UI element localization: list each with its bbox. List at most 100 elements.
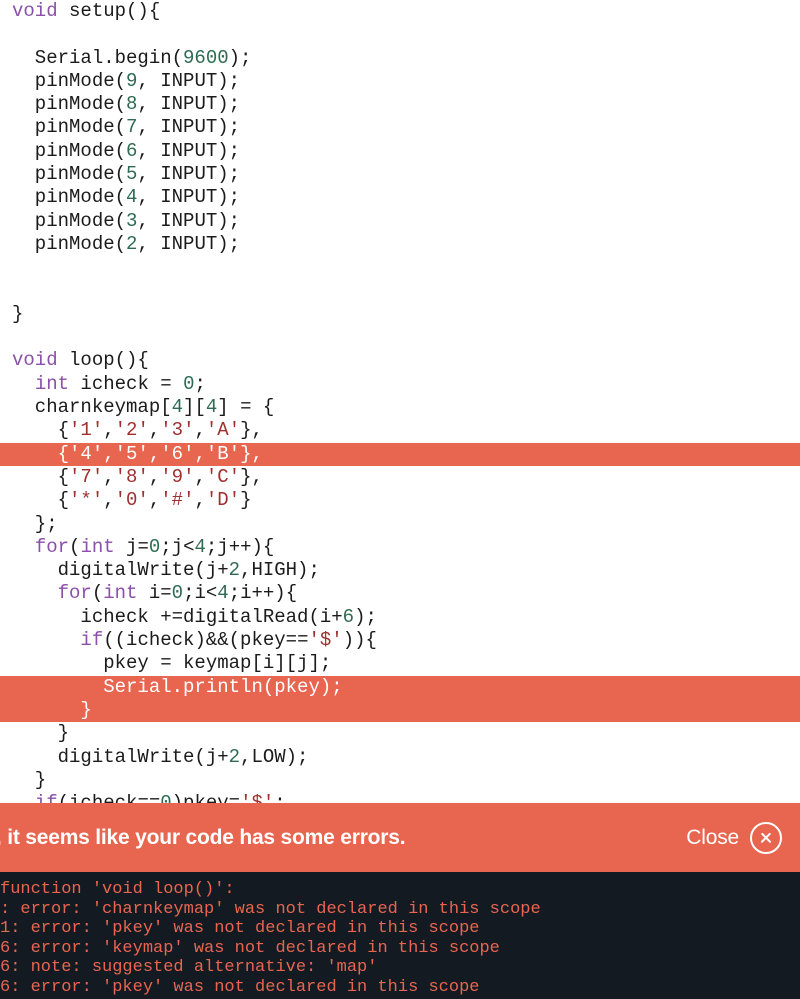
code-token-kw: void — [12, 349, 58, 371]
code-token-plain: }; — [12, 513, 58, 535]
code-line[interactable]: pinMode(2, INPUT); — [0, 233, 800, 256]
code-token-num: 7 — [126, 116, 137, 138]
code-token-num: 0 — [149, 536, 160, 558]
code-token-str: '8' — [115, 466, 149, 488]
code-token-plain: )pkey= — [172, 792, 240, 803]
code-editor-pane[interactable]: void setup(){ Serial.begin(9600); pinMod… — [0, 0, 800, 803]
code-line[interactable]: pkey = keymap[i][j]; — [0, 652, 800, 675]
code-token-plain: ][ — [183, 396, 206, 418]
code-line-highlighted[interactable]: Serial.println(pkey); — [0, 676, 800, 699]
code-token-str: 'C' — [206, 466, 240, 488]
code-token-plain: ); — [354, 606, 377, 628]
compiler-console-pane[interactable]: function 'void loop()':: error: 'charnke… — [0, 872, 800, 999]
error-banner: y, it seems like your code has some erro… — [0, 803, 800, 872]
code-line[interactable] — [0, 256, 800, 279]
code-token-plain: , INPUT); — [137, 70, 240, 92]
code-token-plain: , — [149, 466, 160, 488]
code-token-num: 8 — [126, 93, 137, 115]
code-token-plain: , INPUT); — [137, 140, 240, 162]
code-token-str: '7' — [69, 466, 103, 488]
code-line[interactable]: Serial.begin(9600); — [0, 47, 800, 70]
code-line[interactable]: pinMode(4, INPUT); — [0, 186, 800, 209]
code-line[interactable] — [0, 280, 800, 303]
code-token-plain: , — [103, 489, 114, 511]
code-line[interactable]: int icheck = 0; — [0, 373, 800, 396]
code-token-str: '1' — [69, 419, 103, 441]
code-line[interactable]: {'7','8','9','C'}, — [0, 466, 800, 489]
code-line[interactable]: charnkeymap[4][4] = { — [0, 396, 800, 419]
code-token-num: 4 — [172, 396, 183, 418]
code-token-plain: (icheck== — [58, 792, 161, 803]
code-line[interactable] — [0, 23, 800, 46]
code-token-plain: )){ — [343, 629, 377, 651]
code-token-plain: pinMode( — [12, 140, 126, 162]
code-line[interactable]: } — [0, 769, 800, 792]
code-token-plain: ;j++){ — [206, 536, 274, 558]
code-token-plain: ; — [274, 792, 285, 803]
code-line[interactable]: {'1','2','3','A'}, — [0, 419, 800, 442]
code-token-plain: ((icheck)&&(pkey== — [103, 629, 308, 651]
code-token-plain: } — [12, 303, 23, 325]
code-token-kw: int — [103, 582, 137, 604]
code-token-plain: digitalWrite(j+ — [12, 746, 229, 768]
code-line[interactable] — [0, 326, 800, 349]
code-line[interactable]: if((icheck)&&(pkey=='$')){ — [0, 629, 800, 652]
code-token-plain: { — [12, 443, 69, 465]
code-token-num: 4 — [217, 582, 228, 604]
code-token-plain: Serial.println(pkey); — [12, 676, 343, 698]
code-line[interactable]: pinMode(9, INPUT); — [0, 70, 800, 93]
code-line-list[interactable]: void setup(){ Serial.begin(9600); pinMod… — [0, 0, 800, 803]
code-token-plain: pinMode( — [12, 233, 126, 255]
code-token-plain: , — [103, 419, 114, 441]
code-token-kw: for — [35, 536, 69, 558]
code-line[interactable]: pinMode(7, INPUT); — [0, 116, 800, 139]
console-line: : error: 'charnkeymap' was not declared … — [0, 900, 800, 920]
code-token-plain: pinMode( — [12, 116, 126, 138]
code-token-plain: loop(){ — [58, 349, 149, 371]
code-line[interactable]: icheck +=digitalRead(i+6); — [0, 606, 800, 629]
code-line[interactable]: }; — [0, 513, 800, 536]
code-line[interactable]: pinMode(8, INPUT); — [0, 93, 800, 116]
code-line[interactable]: void loop(){ — [0, 349, 800, 372]
code-token-str: '9' — [160, 466, 194, 488]
code-token-plain: j= — [115, 536, 149, 558]
code-token-kw: if — [80, 629, 103, 651]
code-line[interactable]: pinMode(6, INPUT); — [0, 140, 800, 163]
code-line[interactable]: pinMode(3, INPUT); — [0, 210, 800, 233]
code-line[interactable]: digitalWrite(j+2,LOW); — [0, 746, 800, 769]
code-token-num: 2 — [229, 559, 240, 581]
code-token-str: '0' — [115, 489, 149, 511]
code-token-plain: , — [103, 443, 114, 465]
code-token-plain: charnkeymap[ — [12, 396, 172, 418]
code-line[interactable]: if(icheck==0)pkey='$'; — [0, 792, 800, 803]
code-line[interactable]: for(int j=0;j<4;j++){ — [0, 536, 800, 559]
close-button[interactable]: Close — [686, 822, 782, 854]
code-token-plain: , — [194, 443, 205, 465]
code-line[interactable]: for(int i=0;i<4;i++){ — [0, 582, 800, 605]
code-line[interactable]: void setup(){ — [0, 0, 800, 23]
code-line[interactable]: } — [0, 722, 800, 745]
code-token-num: 0 — [172, 582, 183, 604]
code-token-plain: , — [194, 419, 205, 441]
code-token-plain: digitalWrite(j+ — [12, 559, 229, 581]
console-line: 6: error: 'keymap' was not declared in t… — [0, 939, 800, 959]
code-token-num: 6 — [126, 140, 137, 162]
code-token-plain: icheck +=digitalRead(i+ — [12, 606, 343, 628]
console-line: 6: note: suggested alternative: 'map' — [0, 958, 800, 978]
code-token-plain: ,LOW); — [240, 746, 308, 768]
code-token-num: 4 — [206, 396, 217, 418]
code-token-plain: ( — [69, 536, 80, 558]
code-token-plain: , — [149, 443, 160, 465]
code-token-plain: ; — [194, 373, 205, 395]
close-circle-icon[interactable] — [750, 822, 782, 854]
code-token-plain: pinMode( — [12, 93, 126, 115]
code-token-num: 9 — [126, 70, 137, 92]
code-line-highlighted[interactable]: } — [0, 699, 800, 722]
code-line[interactable]: digitalWrite(j+2,HIGH); — [0, 559, 800, 582]
code-line[interactable]: {'*','0','#','D'} — [0, 489, 800, 512]
code-token-plain: , INPUT); — [137, 210, 240, 232]
code-line[interactable]: } — [0, 303, 800, 326]
code-line-highlighted[interactable]: {'4','5','6','B'}, — [0, 443, 800, 466]
code-line[interactable]: pinMode(5, INPUT); — [0, 163, 800, 186]
console-line-list: function 'void loop()':: error: 'charnke… — [0, 880, 800, 998]
